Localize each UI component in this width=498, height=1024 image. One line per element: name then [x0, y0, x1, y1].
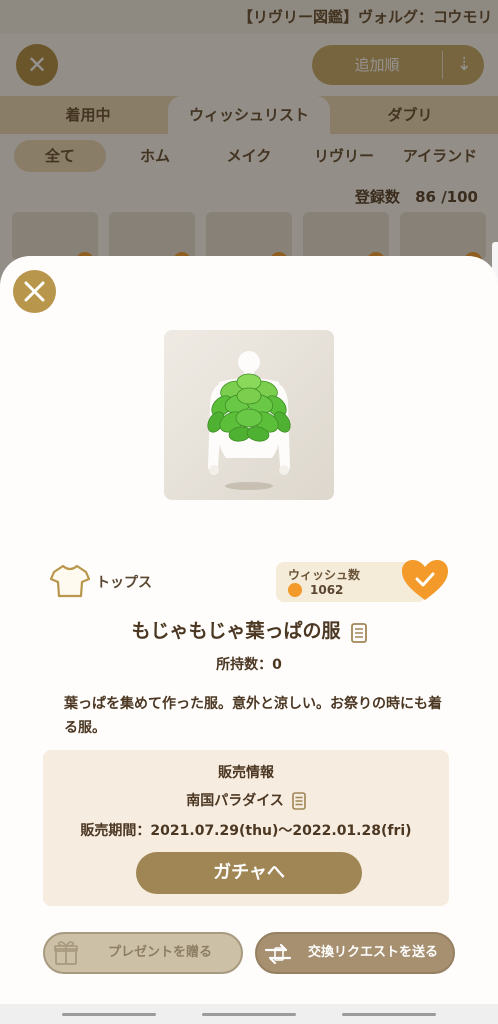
- gacha-button[interactable]: ガチャへ: [136, 852, 362, 894]
- shirt-icon: [50, 564, 90, 598]
- trade-request-label: 交換リクエストを送る: [307, 945, 438, 960]
- gift-icon: [54, 941, 78, 965]
- close-icon: [24, 281, 45, 302]
- sale-heading: 販売情報: [218, 765, 274, 781]
- sale-place-row: 南国パラダイス: [43, 790, 449, 810]
- small-heart-icon: [288, 583, 302, 597]
- document-icon[interactable]: [291, 791, 306, 810]
- exchange-icon: [264, 943, 292, 965]
- present-button-label: プレゼントを贈る: [107, 945, 212, 960]
- present-button[interactable]: プレゼントを贈る: [43, 932, 243, 974]
- item-category: トップス: [96, 575, 152, 591]
- wishlist-heart-button[interactable]: [400, 558, 450, 602]
- item-name: もじゃもじゃ葉っぱの服: [131, 620, 341, 642]
- item-description: 葉っぱを集めて作った服。意外と涼しい。お祭りの時にも着る服。: [64, 696, 442, 736]
- sale-info-panel: 販売情報 南国パラダイス 販売期間：2021.07.29(thu)～2022.0…: [43, 750, 449, 906]
- item-title-row: もじゃもじゃ葉っぱの服: [0, 616, 498, 643]
- wish-count: 1062: [310, 583, 344, 597]
- sale-period: 販売期間：2021.07.29(thu)～2022.01.28(fri): [80, 823, 412, 839]
- document-icon[interactable]: [350, 622, 367, 643]
- close-button[interactable]: [13, 270, 56, 313]
- wish-label: ウィッシュ数: [288, 568, 361, 582]
- owned-count: 所持数：0: [216, 657, 282, 673]
- item-detail-sheet: トップス ウィッシュ数 1062 もじゃもじゃ葉っぱの服 所持数：0 葉っぱを集…: [0, 256, 498, 1016]
- item-preview-image: [164, 330, 334, 500]
- nav-recents-handle[interactable]: [62, 1013, 156, 1016]
- system-nav-bar: [0, 1004, 498, 1024]
- sale-place: 南国パラダイス: [186, 793, 284, 809]
- nav-back-handle[interactable]: [342, 1013, 436, 1016]
- nav-home-handle[interactable]: [202, 1013, 296, 1016]
- mannequin-leaf-outfit-icon: [207, 351, 291, 490]
- trade-request-button[interactable]: 交換リクエストを送る: [255, 932, 455, 974]
